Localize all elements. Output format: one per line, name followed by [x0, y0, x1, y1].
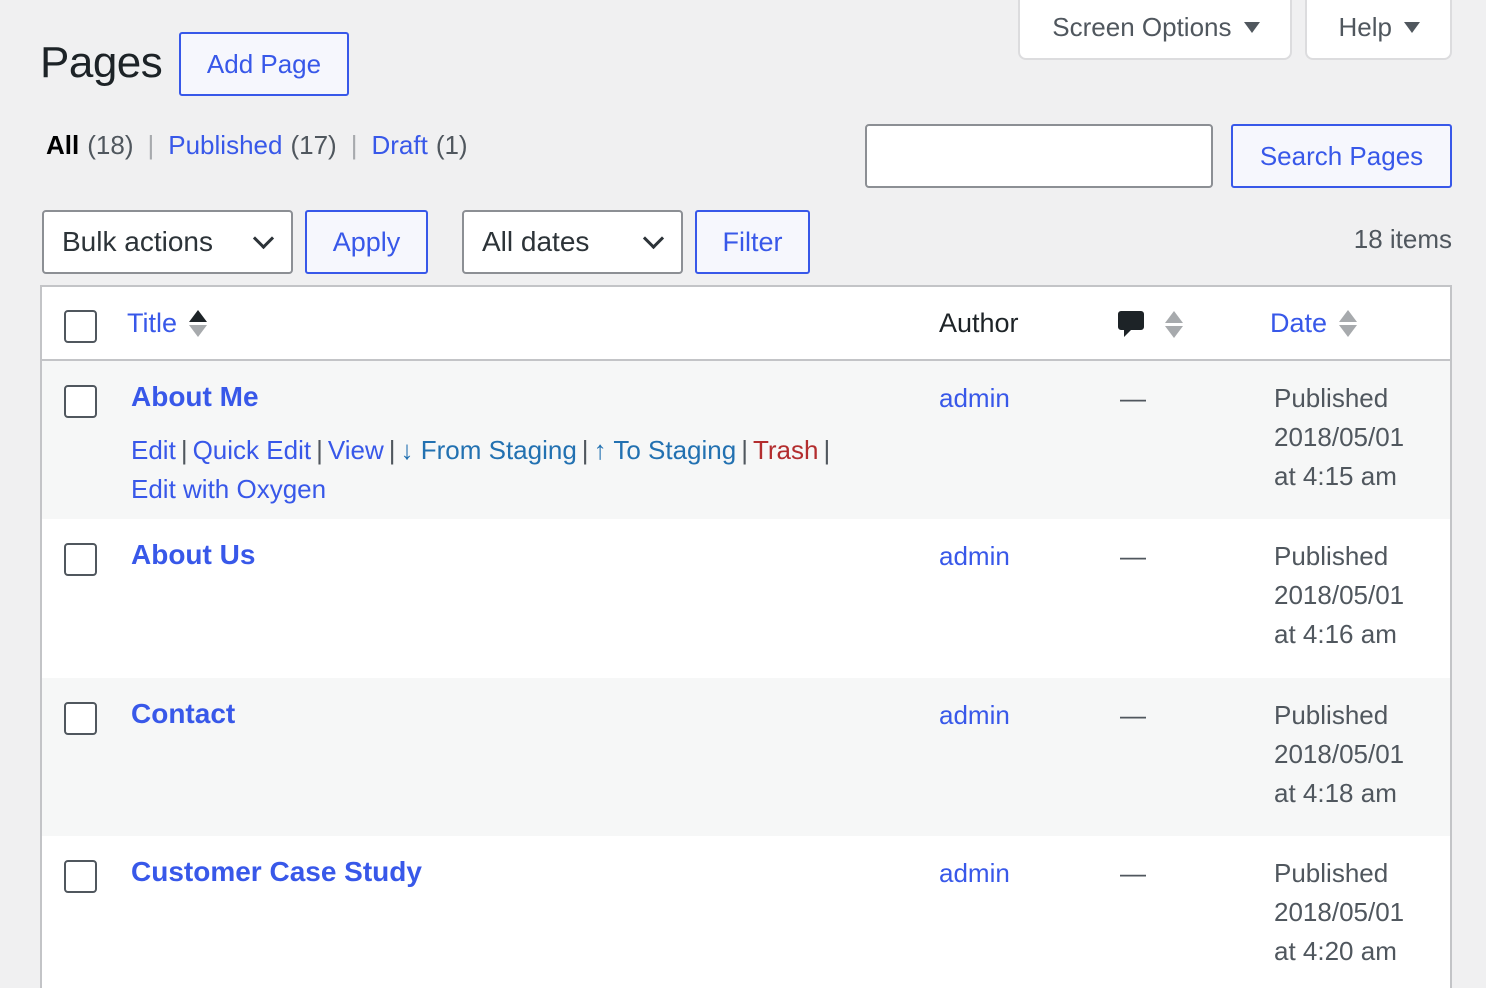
filter-all[interactable]: All (18): [46, 130, 133, 161]
screen-options-label: Screen Options: [1052, 11, 1232, 42]
edit-link[interactable]: Edit: [131, 435, 176, 465]
author-link[interactable]: admin: [939, 858, 1010, 889]
status-filter-links: All (18) | Published (17) | Draft (1): [46, 130, 468, 161]
date-value: 2018/05/01: [1274, 422, 1405, 452]
date-cell: Published 2018/05/01 at 4:16 am: [1274, 537, 1404, 654]
column-author-label: Author: [939, 308, 1019, 338]
date-status: Published: [1274, 700, 1389, 730]
table-row: Customer Case Study admin — Published 20…: [42, 836, 1450, 988]
search-pages-button[interactable]: Search Pages: [1231, 124, 1452, 188]
filter-published-count: (17): [290, 130, 337, 160]
row-actions: Edit | Quick Edit | View | ↓ From Staging | ↑ To…: [131, 435, 831, 504]
to-staging-link[interactable]: ↑ To Staging: [594, 435, 737, 465]
author-link[interactable]: admin: [939, 541, 1010, 572]
apply-button[interactable]: Apply: [305, 210, 428, 274]
sort-indicator-icon: [1339, 310, 1358, 337]
comments-count: —: [1120, 858, 1146, 888]
date-time: at 4:16 am: [1274, 619, 1397, 649]
caret-down-icon: [1243, 21, 1260, 33]
table-row: About Us admin — Published 2018/05/01 at…: [42, 519, 1450, 678]
column-comments-sort[interactable]: [1117, 309, 1183, 339]
date-time: at 4:15 am: [1274, 461, 1397, 491]
help-label: Help: [1338, 11, 1392, 42]
author-link[interactable]: admin: [939, 700, 1010, 731]
table-header: Title Author Date: [42, 287, 1450, 361]
date-status: Published: [1274, 541, 1389, 571]
date-status: Published: [1274, 383, 1389, 413]
page-title-link[interactable]: Customer Case Study: [131, 856, 422, 888]
page-title: Pages: [40, 38, 163, 87]
separator: |: [147, 130, 155, 160]
page-title-link[interactable]: About Me: [131, 381, 259, 413]
column-date-sort[interactable]: Date: [1270, 308, 1358, 339]
caret-down-icon: [1404, 21, 1420, 33]
date-cell: Published 2018/05/01 at 4:20 am: [1274, 854, 1404, 971]
row-checkbox[interactable]: [64, 860, 97, 893]
date-cell: Published 2018/05/01 at 4:18 am: [1274, 696, 1404, 813]
help-button[interactable]: Help: [1304, 0, 1452, 60]
pages-table: Title Author Date About Me Edit | Quick Ed…: [40, 285, 1452, 988]
dates-value: All dates: [482, 226, 590, 257]
screen-options-button[interactable]: Screen Options: [1018, 0, 1292, 60]
author-link[interactable]: admin: [939, 383, 1010, 414]
comments-count: —: [1120, 383, 1146, 413]
table-row: Contact admin — Published 2018/05/01 at …: [42, 678, 1450, 836]
separator: |: [350, 130, 358, 160]
filter-published-label: Published: [168, 130, 283, 160]
trash-link[interactable]: Trash: [753, 435, 819, 465]
date-time: at 4:18 am: [1274, 778, 1397, 808]
comments-count: —: [1120, 700, 1146, 730]
date-time: at 4:20 am: [1274, 936, 1397, 966]
date-value: 2018/05/01: [1274, 897, 1405, 927]
from-staging-link[interactable]: ↓ From Staging: [401, 435, 577, 465]
date-value: 2018/05/01: [1274, 739, 1405, 769]
sort-indicator-icon: [189, 310, 208, 337]
page-title-link[interactable]: Contact: [131, 698, 235, 730]
chevron-down-icon: [642, 227, 665, 249]
dates-select[interactable]: All dates: [462, 210, 683, 274]
sort-indicator-icon: [1165, 310, 1183, 338]
filter-draft-label: Draft: [371, 130, 428, 160]
column-title-label: Title: [127, 308, 178, 338]
filter-all-label: All: [46, 130, 80, 160]
filter-published[interactable]: Published (17): [168, 130, 336, 161]
row-checkbox[interactable]: [64, 385, 97, 418]
filter-button[interactable]: Filter: [695, 210, 810, 274]
column-title-sort[interactable]: Title: [127, 308, 208, 339]
row-checkbox[interactable]: [64, 702, 97, 735]
add-page-button[interactable]: Add Page: [179, 32, 349, 96]
items-count: 18 items: [1353, 224, 1452, 254]
page-title-link[interactable]: About Us: [131, 539, 255, 571]
filter-all-count: (18): [87, 130, 134, 160]
date-status: Published: [1274, 858, 1389, 888]
chevron-down-icon: [252, 227, 275, 249]
bulk-actions-value: Bulk actions: [62, 226, 213, 257]
column-date-label: Date: [1270, 308, 1328, 338]
table-row: About Me Edit | Quick Edit | View | ↓ From Sta…: [42, 361, 1450, 519]
comments-count: —: [1120, 541, 1146, 571]
bulk-actions-select[interactable]: Bulk actions: [42, 210, 293, 274]
filter-draft-count: (1): [435, 130, 468, 160]
edit-with-oxygen-link[interactable]: Edit with Oxygen: [131, 474, 326, 504]
comment-bubble-icon: [1118, 311, 1144, 337]
date-value: 2018/05/01: [1274, 580, 1405, 610]
filter-draft[interactable]: Draft (1): [371, 130, 467, 161]
screen-meta-links: Screen Options Help: [1018, 0, 1452, 60]
view-link[interactable]: View: [328, 435, 384, 465]
quick-edit-link[interactable]: Quick Edit: [193, 435, 312, 465]
search-input[interactable]: [865, 124, 1213, 188]
date-cell: Published 2018/05/01 at 4:15 am: [1274, 379, 1404, 496]
select-all-checkbox[interactable]: [64, 310, 97, 343]
row-checkbox[interactable]: [64, 543, 97, 576]
